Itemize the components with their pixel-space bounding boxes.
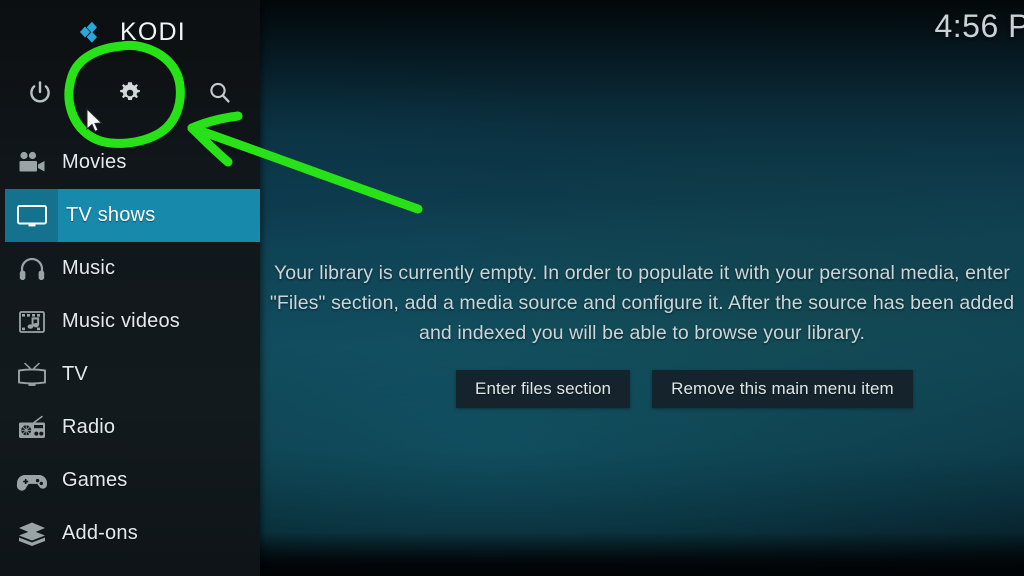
sidebar-item-add-ons[interactable]: Add-ons (0, 507, 260, 560)
search-icon[interactable] (203, 76, 237, 110)
sidebar-item-radio[interactable]: Radio (0, 401, 260, 454)
remove-main-menu-item-button[interactable]: Remove this main menu item (652, 370, 913, 408)
library-empty-panel: Your library is currently empty. In orde… (260, 258, 1024, 408)
power-icon[interactable] (23, 76, 57, 110)
television-icon (5, 348, 58, 401)
sidebar-item-games[interactable]: Games (0, 454, 260, 507)
sidebar-item-label: Games (62, 469, 128, 491)
film-music-icon (5, 295, 58, 348)
sidebar-item-movies[interactable]: Movies (0, 136, 260, 189)
clock: 4:56 P (934, 8, 1024, 44)
sidebar-item-tv-shows[interactable]: TV shows (0, 189, 260, 242)
movie-camera-icon (5, 136, 58, 189)
gear-icon[interactable] (113, 76, 147, 110)
kodi-logo-icon (79, 21, 97, 43)
kodi-app-window: 4:56 P Your library is currently empty. … (0, 0, 1024, 576)
sidebar-menu: Movies TV shows Music Music videos TV Ra… (0, 136, 260, 560)
sidebar-item-label: Movies (62, 151, 127, 173)
sidebar-item-label: Add-ons (62, 522, 138, 544)
sidebar-item-label: TV shows (66, 204, 156, 226)
enter-files-section-button[interactable]: Enter files section (456, 370, 631, 408)
sidebar-item-label: Radio (62, 416, 116, 438)
radio-icon (5, 401, 58, 454)
headphones-icon (5, 242, 58, 295)
sidebar-item-music-videos[interactable]: Music videos (0, 295, 260, 348)
empty-library-message: Your library is currently empty. In orde… (269, 262, 1015, 344)
sidebar-item-music[interactable]: Music (0, 242, 260, 295)
brand-header: KODI (0, 0, 260, 64)
sidebar: KODI Movies TV shows Music Music videos … (0, 0, 260, 576)
sidebar-top-icons (0, 64, 260, 122)
sidebar-item-tv[interactable]: TV (0, 348, 260, 401)
monitor-icon (5, 189, 58, 242)
empty-panel-buttons: Enter files section Remove this main men… (456, 370, 1024, 408)
brand-name: KODI (120, 17, 186, 46)
sidebar-item-label: Music videos (62, 310, 180, 332)
sidebar-item-label: Music (62, 257, 116, 279)
addon-box-icon (5, 507, 58, 560)
gamepad-icon (5, 454, 58, 507)
sidebar-item-label: TV (62, 363, 88, 385)
